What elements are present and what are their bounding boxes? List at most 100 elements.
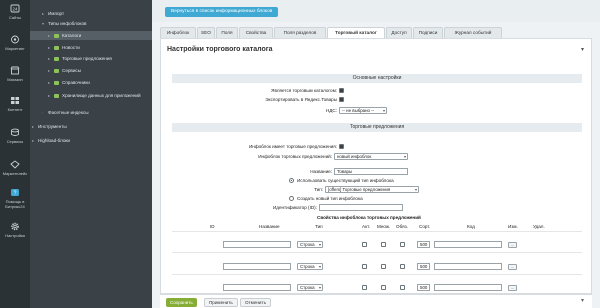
tree-item-services[interactable]: ▸ Сервисы xyxy=(48,66,81,75)
tab-section-fields[interactable]: Поля разделов xyxy=(274,27,326,38)
row-code-input[interactable] xyxy=(434,263,502,270)
tree-item-facet-indexes[interactable]: · Фасетные индексы xyxy=(42,108,89,117)
row-type-select[interactable]: Строка xyxy=(297,241,323,248)
tab-access[interactable]: Доступ xyxy=(386,27,412,38)
row-name-input[interactable] xyxy=(223,263,291,270)
section-offers: Торговые предложения xyxy=(172,123,582,132)
vat-label: НДС: xyxy=(325,108,337,113)
is-catalog-checkbox[interactable] xyxy=(339,88,344,93)
tab-trade-catalog[interactable]: Торговый каталог xyxy=(327,27,385,38)
row-type-select[interactable]: Строка xyxy=(297,284,323,291)
identifier-input[interactable] xyxy=(319,204,403,211)
use-existing-label: Использовать существующий тип инфоблока xyxy=(297,178,394,183)
row-sort-input[interactable]: 500 xyxy=(417,284,430,291)
col-name: Название xyxy=(259,224,280,229)
tab-fields[interactable]: Поля xyxy=(216,27,238,38)
collapse-menu-icon[interactable]: ▾ xyxy=(581,46,584,53)
services-icon xyxy=(11,128,19,136)
tree-item-iblock-types[interactable]: ▾ Типы инфоблоков xyxy=(42,19,86,28)
rail-item-marketing[interactable]: Маркетинг xyxy=(0,35,30,51)
row-multiple-checkbox[interactable] xyxy=(381,242,386,247)
rail-item-marketplace[interactable]: Маркетплейс xyxy=(0,160,30,176)
cancel-button[interactable]: Отменить xyxy=(240,298,271,307)
main-rail: 24 Сайты Маркетинг Магазин Контент Серви… xyxy=(0,0,30,308)
offers-iblock-select[interactable]: новый инфоблок xyxy=(334,153,408,160)
row-multiple-checkbox[interactable] xyxy=(381,264,386,269)
tab-captions[interactable]: Подписи xyxy=(413,27,443,38)
store-icon xyxy=(10,66,20,75)
rail-item-services[interactable]: Сервисы xyxy=(0,128,30,144)
row-required-checkbox[interactable] xyxy=(400,242,405,247)
section-main-settings: Основные настройки xyxy=(172,74,582,83)
row-active-checkbox[interactable] xyxy=(362,285,367,290)
col-delete: Удал. xyxy=(533,224,545,229)
tree-item-news[interactable]: ▸ Новости xyxy=(48,43,80,52)
col-edit: Изм. xyxy=(508,224,518,229)
tab-properties[interactable]: Свойства xyxy=(239,27,273,38)
top-bar: Вернуться в список информационных блоков xyxy=(152,0,600,22)
has-offers-checkbox[interactable] xyxy=(339,144,344,149)
collapse-footer-icon[interactable]: ▾ xyxy=(581,297,584,304)
row-active-checkbox[interactable] xyxy=(362,264,367,269)
identifier-label: Идентификатор (ID): xyxy=(272,205,317,210)
tab-event-log[interactable]: Журнал событий xyxy=(444,27,502,38)
row-edit-button[interactable]: ... xyxy=(508,242,517,248)
row-required-checkbox[interactable] xyxy=(400,264,405,269)
back-to-list-button[interactable]: Вернуться в список информационных блоков xyxy=(165,7,279,17)
vat-select[interactable]: -- не выбрано -- xyxy=(339,107,387,114)
folder-icon xyxy=(54,68,59,73)
rail-item-sites[interactable]: 24 Сайты xyxy=(0,4,30,20)
folder-icon xyxy=(54,56,59,61)
rail-item-content[interactable]: Контент xyxy=(0,96,30,112)
rail-item-help[interactable]: ? Помощь в Битрикс24 xyxy=(0,188,30,209)
row-sort-input[interactable]: 500 xyxy=(417,241,430,248)
tree-item-highload[interactable]: ▸ Highload-блоки xyxy=(32,136,70,145)
rail-label: Сервисы xyxy=(6,139,24,144)
type-select[interactable]: [offers] Торговые предложения xyxy=(325,186,419,193)
gear-icon xyxy=(11,222,19,231)
rail-label: Маркетплейс xyxy=(2,171,28,176)
tree-item-catalogs[interactable]: ▸ Каталоги xyxy=(30,31,152,40)
row-type-select[interactable]: Строка xyxy=(297,263,323,270)
rail-label: Магазин xyxy=(7,77,23,82)
row-name-input[interactable] xyxy=(223,284,291,291)
tree-item-offers[interactable]: ▸ Торговые предложения xyxy=(48,54,112,63)
tree-item-directories[interactable]: ▸ Справочники xyxy=(48,78,90,87)
props-table-title: Свойства инфоблока торговых предложений xyxy=(317,215,421,220)
use-existing-radio[interactable] xyxy=(289,178,294,183)
rail-label: Маркетинг xyxy=(5,46,25,51)
rail-label: Настройки xyxy=(5,233,25,238)
tree-item-tools[interactable]: ▸ Инструменты xyxy=(32,122,67,131)
row-code-input[interactable] xyxy=(434,241,502,248)
folder-icon xyxy=(54,33,59,38)
rail-item-settings[interactable]: Настройки xyxy=(0,222,30,238)
tree-item-app-storage[interactable]: ▸ Хранилище данных для приложений xyxy=(48,91,141,100)
col-required: Обяз. xyxy=(396,224,408,229)
tab-seo[interactable]: SEO xyxy=(197,27,215,38)
tree-item-import[interactable]: ▸ Импорт xyxy=(42,9,64,18)
rail-item-store[interactable]: Магазин xyxy=(0,66,30,82)
row-code-input[interactable] xyxy=(434,284,502,291)
row-name-input[interactable] xyxy=(223,241,291,248)
export-yandex-checkbox[interactable] xyxy=(339,97,344,102)
name-input[interactable]: Товары xyxy=(334,168,408,175)
col-multiple: Множ. xyxy=(377,224,391,229)
row-edit-button[interactable]: ... xyxy=(508,285,517,291)
col-id: ID xyxy=(210,224,215,229)
apply-button[interactable]: Применить xyxy=(204,298,238,307)
tab-bar: Инфоблок SEO Поля Свойства Поля разделов… xyxy=(152,27,592,38)
row-sort-input[interactable]: 500 xyxy=(417,263,430,270)
has-offers-label: Инфоблок имеет торговые предложения: xyxy=(248,144,337,149)
row-multiple-checkbox[interactable] xyxy=(381,285,386,290)
row-active-checkbox[interactable] xyxy=(362,242,367,247)
row-required-checkbox[interactable] xyxy=(400,285,405,290)
sites-icon: 24 xyxy=(10,4,20,13)
row-edit-button[interactable]: ... xyxy=(508,264,517,270)
page-title: Настройки торгового каталога xyxy=(167,46,273,53)
save-button[interactable]: Сохранить xyxy=(166,298,197,307)
tab-iblock[interactable]: Инфоблок xyxy=(160,27,196,38)
create-new-radio[interactable] xyxy=(289,196,294,201)
col-type: Тип xyxy=(315,224,323,229)
rail-label: Сайты xyxy=(8,15,22,20)
rail-label: Контент xyxy=(7,107,23,112)
